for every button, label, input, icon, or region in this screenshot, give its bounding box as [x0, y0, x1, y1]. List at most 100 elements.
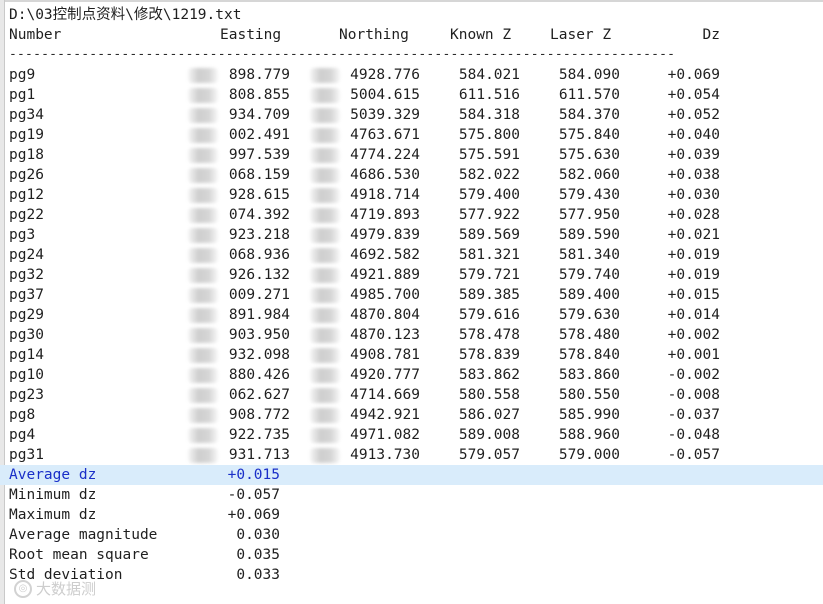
dz-value: +0.019 — [667, 247, 720, 263]
text-editor[interactable]: D:\03控制点资料\修改\1219.txt Number Easting No… — [0, 0, 823, 604]
separator-line: ----------------------------------------… — [0, 45, 823, 65]
header-easting: Easting — [220, 27, 282, 43]
stat-value: -0.057 — [227, 487, 280, 503]
redacted-easting-prefix — [188, 68, 218, 83]
redacted-northing-prefix — [310, 408, 340, 423]
redacted-easting-prefix — [188, 228, 218, 243]
stat-value: 0.035 — [236, 547, 280, 563]
redacted-northing-prefix — [310, 188, 340, 203]
redacted-easting-prefix — [188, 328, 218, 343]
watermark-text: 大数据测 — [36, 580, 97, 598]
redacted-easting-prefix — [188, 248, 218, 263]
redacted-easting-prefix — [188, 428, 218, 443]
redacted-northing-prefix — [310, 248, 340, 263]
stat-value: 0.033 — [236, 567, 280, 583]
table-row: pg26 068.159 4686.530 582.022 582.060 +0.038 — [0, 165, 823, 185]
redacted-easting-prefix — [188, 408, 218, 423]
known-z-value: 583.862 — [458, 367, 520, 383]
redacted-northing-prefix — [310, 148, 340, 163]
known-z-value: 580.558 — [458, 387, 520, 403]
point-number: pg22 — [9, 207, 44, 223]
table-row: pg23 062.627 4714.669 580.558 580.550 -0.008 — [0, 385, 823, 405]
point-number: pg14 — [9, 347, 44, 363]
dz-value: +0.015 — [667, 287, 720, 303]
known-z-value: 579.721 — [458, 267, 520, 283]
laser-z-value: 580.550 — [558, 387, 620, 403]
known-z-value: 575.591 — [458, 147, 520, 163]
stat-value: +0.069 — [227, 507, 280, 523]
known-z-value: 584.318 — [458, 107, 520, 123]
redacted-easting-prefix — [188, 448, 218, 463]
table-row: pg37 009.271 4985.700 589.385 589.400 +0.015 — [0, 285, 823, 305]
point-number: pg18 — [9, 147, 44, 163]
laser-z-value: 578.840 — [558, 347, 620, 363]
known-z-value: 578.839 — [458, 347, 520, 363]
laser-z-value: 579.430 — [558, 187, 620, 203]
table-row: pg29 891.984 4870.804 579.616 579.630 +0.014 — [0, 305, 823, 325]
redacted-easting-prefix — [188, 348, 218, 363]
point-number: pg3 — [9, 227, 36, 243]
laser-z-value: 584.090 — [558, 67, 620, 83]
table-row: pg8 908.772 4942.921 586.027 585.990 -0.037 — [0, 405, 823, 425]
known-z-value: 582.022 — [458, 167, 520, 183]
dz-value: -0.002 — [667, 367, 720, 383]
dz-value: +0.030 — [667, 187, 720, 203]
point-number: pg32 — [9, 267, 44, 283]
dz-value: +0.069 — [667, 67, 720, 83]
dz-value: -0.057 — [667, 447, 720, 463]
dz-value: +0.028 — [667, 207, 720, 223]
header-number: Number — [9, 27, 62, 43]
laser-z-value: 589.400 — [558, 287, 620, 303]
redacted-easting-prefix — [188, 148, 218, 163]
dz-value: +0.001 — [667, 347, 720, 363]
point-number: pg34 — [9, 107, 44, 123]
dz-value: -0.037 — [667, 407, 720, 423]
redacted-northing-prefix — [310, 268, 340, 283]
laser-z-value: 575.840 — [558, 127, 620, 143]
laser-z-value: 582.060 — [558, 167, 620, 183]
stat-row: Minimum dz -0.057 — [0, 485, 823, 505]
known-z-value: 577.922 — [458, 207, 520, 223]
table-row: pg30 903.950 4870.123 578.478 578.480 +0.002 — [0, 325, 823, 345]
point-number: pg31 — [9, 447, 44, 463]
stat-label: Root mean square — [9, 547, 149, 563]
redacted-northing-prefix — [310, 448, 340, 463]
table-row: pg14 932.098 4908.781 578.839 578.840 +0.001 — [0, 345, 823, 365]
selected-stat-row: Average dz +0.015 — [0, 465, 823, 485]
known-z-value: 589.385 — [458, 287, 520, 303]
redacted-northing-prefix — [310, 368, 340, 383]
stat-value: 0.030 — [236, 527, 280, 543]
known-z-value: 579.057 — [458, 447, 520, 463]
table-row: pg19 002.491 4763.671 575.800 575.840 +0.040 — [0, 125, 823, 145]
point-number: pg12 — [9, 187, 44, 203]
redacted-northing-prefix — [310, 88, 340, 103]
redacted-northing-prefix — [310, 108, 340, 123]
header-row: Number Easting Northing Known Z Laser Z … — [0, 25, 823, 45]
redacted-northing-prefix — [310, 128, 340, 143]
stat-label: Maximum dz — [9, 507, 97, 523]
point-number: pg29 — [9, 307, 44, 323]
redacted-northing-prefix — [310, 428, 340, 443]
known-z-value: 589.569 — [458, 227, 520, 243]
redacted-easting-prefix — [188, 108, 218, 123]
table-row: pg32 926.132 4921.889 579.721 579.740 +0.019 — [0, 265, 823, 285]
redacted-easting-prefix — [188, 368, 218, 383]
stat-row: Std deviation 0.033 — [0, 565, 823, 585]
point-number: pg26 — [9, 167, 44, 183]
redacted-northing-prefix — [310, 228, 340, 243]
header-northing: Northing — [339, 27, 409, 43]
table-row: pg4 922.735 4971.082 589.008 588.960 -0.048 — [0, 425, 823, 445]
watermark: ◎ 大数据测 — [14, 577, 96, 601]
dz-value: -0.048 — [667, 427, 720, 443]
file-path-line: D:\03控制点资料\修改\1219.txt — [0, 5, 823, 25]
point-number: pg30 — [9, 327, 44, 343]
header-laser-z: Laser Z — [550, 27, 612, 43]
known-z-value: 575.800 — [458, 127, 520, 143]
stat-label: Average dz — [9, 467, 97, 483]
point-number: pg4 — [9, 427, 36, 443]
table-row: pg22 074.392 4719.893 577.922 577.950 +0.028 — [0, 205, 823, 225]
redacted-northing-prefix — [310, 168, 340, 183]
point-number: pg10 — [9, 367, 44, 383]
redacted-easting-prefix — [188, 388, 218, 403]
redacted-northing-prefix — [310, 308, 340, 323]
